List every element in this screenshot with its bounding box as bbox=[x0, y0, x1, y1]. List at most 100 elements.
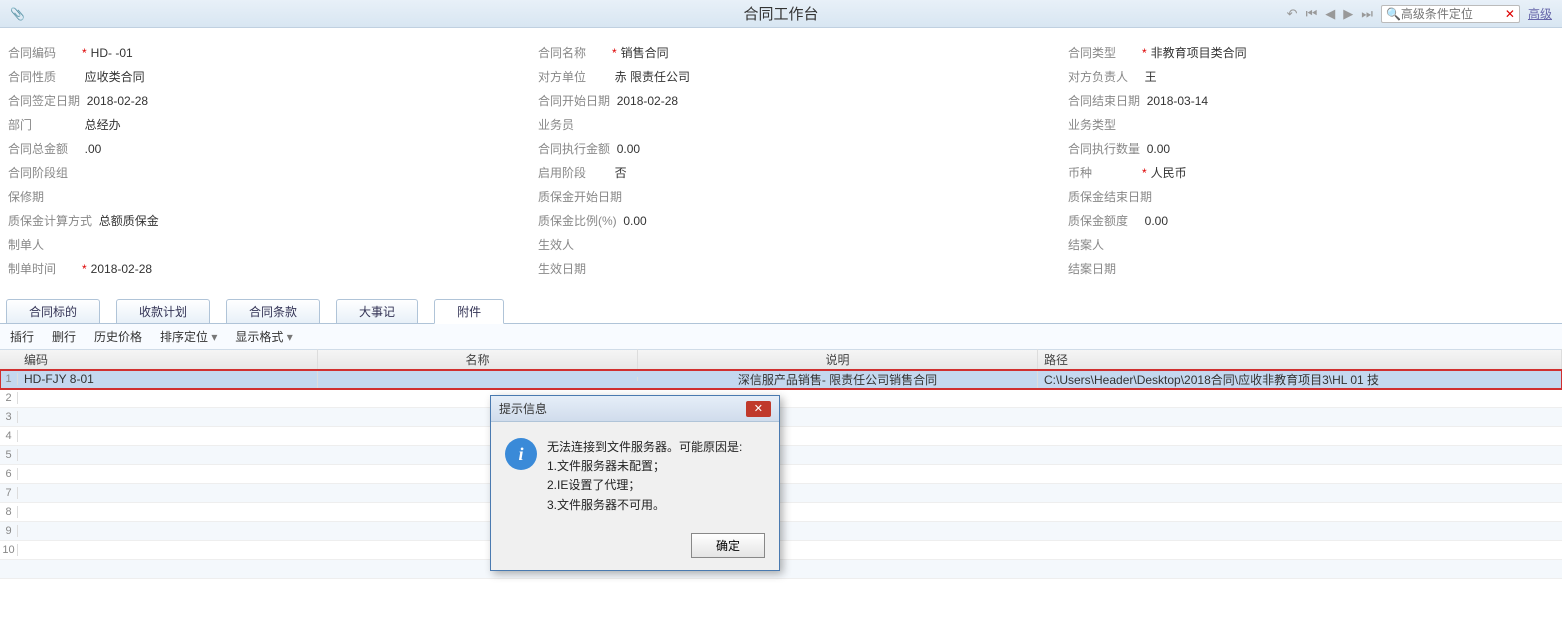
qcalc-label: 质保金计算方式 bbox=[8, 212, 92, 229]
table-row[interactable]: 7 bbox=[0, 484, 1562, 503]
advanced-link[interactable]: 高级 bbox=[1528, 5, 1552, 22]
maker-value[interactable] bbox=[85, 248, 285, 249]
war-value[interactable] bbox=[85, 200, 285, 201]
pg-label: 合同阶段组 bbox=[8, 164, 78, 181]
name-label: 合同名称 bbox=[538, 44, 608, 61]
table-row[interactable]: 8 bbox=[0, 503, 1562, 522]
cell-desc[interactable]: 深信服产品销售- 限责任公司销售合同 bbox=[638, 369, 1038, 390]
search-input[interactable] bbox=[1401, 7, 1501, 21]
qstart-label: 质保金开始日期 bbox=[538, 188, 622, 205]
eff-value[interactable] bbox=[615, 248, 815, 249]
qrate-value[interactable]: 0.00 bbox=[623, 214, 823, 229]
total-value[interactable]: .00 bbox=[85, 142, 285, 157]
qstart-value[interactable] bbox=[629, 200, 829, 201]
table-row[interactable]: 5 bbox=[0, 446, 1562, 465]
code-value[interactable]: HD- -01 bbox=[91, 46, 291, 61]
search-icon: 🔍 bbox=[1386, 7, 1401, 21]
party-label: 对方单位 bbox=[538, 68, 608, 85]
sign-value[interactable]: 2018-02-28 bbox=[87, 94, 287, 109]
col-name[interactable]: 名称 bbox=[318, 349, 638, 370]
sales-value[interactable] bbox=[615, 128, 815, 129]
table-row[interactable]: 4 bbox=[0, 427, 1562, 446]
start-value[interactable]: 2018-02-28 bbox=[617, 94, 817, 109]
close-icon[interactable]: ✕ bbox=[746, 401, 771, 417]
cell-path[interactable]: C:\Users\Header\Desktop\2018合同\应收非教育项目3\… bbox=[1038, 369, 1562, 390]
close-value[interactable] bbox=[1145, 248, 1345, 249]
dialog-title: 提示信息 bbox=[499, 400, 547, 417]
maker-label: 制单人 bbox=[8, 236, 78, 253]
end-value[interactable]: 2018-03-14 bbox=[1147, 94, 1347, 109]
exec-label: 合同执行金额 bbox=[538, 140, 610, 157]
end-label: 合同结束日期 bbox=[1068, 92, 1140, 109]
tab-payment[interactable]: 收款计划 bbox=[116, 299, 210, 323]
sign-label: 合同签定日期 bbox=[8, 92, 80, 109]
qty-value[interactable]: 0.00 bbox=[1147, 142, 1347, 157]
mtime-value[interactable]: 2018-02-28 bbox=[91, 262, 291, 277]
cell-name[interactable] bbox=[318, 377, 638, 381]
search-box: 🔍 ✕ bbox=[1381, 5, 1520, 23]
name-value[interactable]: 销售合同 bbox=[621, 44, 821, 62]
col-desc[interactable]: 说明 bbox=[638, 349, 1038, 370]
display-format-button[interactable]: 显示格式 bbox=[235, 328, 292, 345]
tab-events[interactable]: 大事记 bbox=[336, 299, 418, 323]
cur-value[interactable]: 人民币 bbox=[1151, 164, 1351, 182]
table-row[interactable]: 10 bbox=[0, 541, 1562, 560]
dept-label: 部门 bbox=[8, 116, 78, 133]
col-code[interactable]: 编码 bbox=[18, 349, 318, 370]
msg-line: 无法连接到文件服务器。可能原因是: bbox=[547, 438, 742, 457]
qty-label: 合同执行数量 bbox=[1068, 140, 1140, 157]
dialog-footer: 确定 bbox=[491, 525, 779, 570]
resp-value[interactable]: 王 bbox=[1145, 68, 1345, 86]
first-icon[interactable]: ⏮ bbox=[1306, 6, 1318, 22]
form-area: 合同编码*HD- -01 合同名称*销售合同 合同类型*非教育项目类合同 合同性… bbox=[0, 28, 1562, 292]
party-value[interactable]: 赤 限责任公司 bbox=[615, 68, 815, 86]
eff-label: 生效人 bbox=[538, 236, 608, 253]
nature-value[interactable]: 应收类合同 bbox=[85, 68, 285, 86]
undo-icon[interactable]: ↶ bbox=[1287, 6, 1298, 22]
qamt-value[interactable]: 0.00 bbox=[1145, 214, 1345, 229]
tab-subject[interactable]: 合同标的 bbox=[6, 299, 100, 323]
dialog-titlebar[interactable]: 提示信息 ✕ bbox=[491, 396, 779, 422]
closed-value[interactable] bbox=[1145, 272, 1345, 273]
table-row[interactable]: 2 bbox=[0, 389, 1562, 408]
tab-terms[interactable]: 合同条款 bbox=[226, 299, 320, 323]
delete-row-button[interactable]: 删行 bbox=[52, 328, 76, 345]
table-row[interactable]: 6 bbox=[0, 465, 1562, 484]
pg-value[interactable] bbox=[85, 176, 285, 177]
sp-label: 启用阶段 bbox=[538, 164, 608, 181]
msg-line: 2.IE设置了代理； bbox=[547, 476, 742, 495]
clear-icon[interactable]: ✕ bbox=[1505, 7, 1515, 21]
grid-toolbar: 插行 删行 历史价格 排序定位 显示格式 bbox=[0, 324, 1562, 350]
qend-label: 质保金结束日期 bbox=[1068, 188, 1152, 205]
dept-value[interactable]: 总经办 bbox=[85, 116, 285, 134]
dialog-body: i 无法连接到文件服务器。可能原因是: 1.文件服务器未配置； 2.IE设置了代… bbox=[491, 422, 779, 525]
prev-icon[interactable]: ◀ bbox=[1325, 6, 1335, 22]
insert-row-button[interactable]: 插行 bbox=[10, 328, 34, 345]
next-icon[interactable]: ▶ bbox=[1343, 6, 1353, 22]
qend-value[interactable] bbox=[1159, 200, 1359, 201]
btype-value[interactable] bbox=[1145, 128, 1345, 129]
mtime-label: 制单时间 bbox=[8, 260, 78, 277]
table-row[interactable]: 1 HD-FJY 8-01 深信服产品销售- 限责任公司销售合同 C:\User… bbox=[0, 370, 1562, 389]
effd-label: 生效日期 bbox=[538, 260, 608, 277]
qcalc-value[interactable]: 总额质保金 bbox=[99, 212, 299, 230]
sp-value[interactable]: 否 bbox=[615, 164, 815, 182]
close-label: 结案人 bbox=[1068, 236, 1138, 253]
ok-button[interactable]: 确定 bbox=[691, 533, 765, 558]
page-title: 合同工作台 bbox=[743, 3, 818, 24]
nav-toolbar: ↶ ⏮ ◀ ▶ ⏭ 🔍 ✕ 高级 bbox=[1287, 5, 1552, 23]
cell-code[interactable]: HD-FJY 8-01 bbox=[18, 370, 318, 388]
col-path[interactable]: 路径 bbox=[1038, 349, 1562, 370]
history-price-button[interactable]: 历史价格 bbox=[94, 328, 142, 345]
table-row[interactable]: 3 bbox=[0, 408, 1562, 427]
tab-attachments[interactable]: 附件 bbox=[434, 299, 504, 324]
exec-value[interactable]: 0.00 bbox=[617, 142, 817, 157]
last-icon[interactable]: ⏭ bbox=[1361, 6, 1373, 22]
sort-button[interactable]: 排序定位 bbox=[160, 328, 217, 345]
table-row[interactable]: 9 bbox=[0, 522, 1562, 541]
effd-value[interactable] bbox=[615, 272, 815, 273]
type-value[interactable]: 非教育项目类合同 bbox=[1151, 44, 1351, 62]
total-label: 合同总金额 bbox=[8, 140, 78, 157]
grid-body: 1 HD-FJY 8-01 深信服产品销售- 限责任公司销售合同 C:\User… bbox=[0, 370, 1562, 579]
table-row[interactable] bbox=[0, 560, 1562, 579]
